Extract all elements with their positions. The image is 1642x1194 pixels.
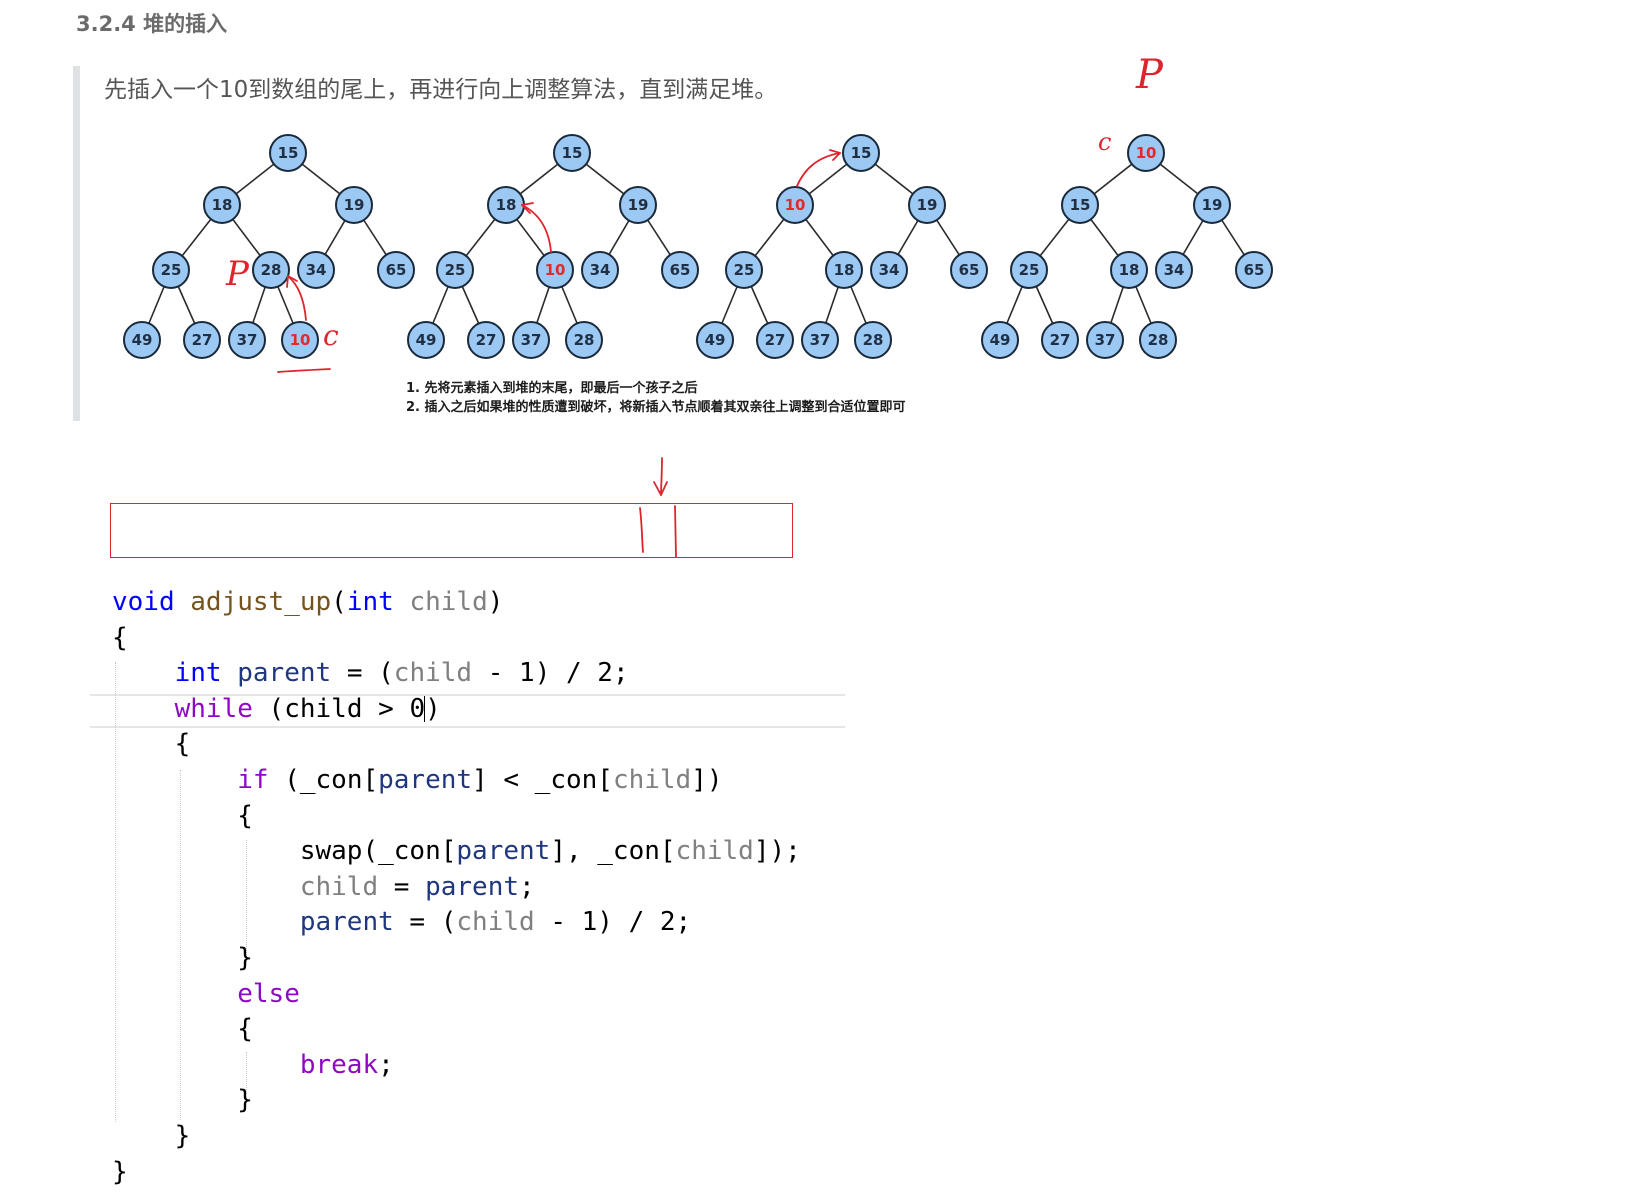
down-arrow-shaft <box>660 457 663 496</box>
code-line-14: break; <box>299 1049 394 1080</box>
red-annotation-marks <box>639 457 677 558</box>
code-line-7: { <box>237 800 253 831</box>
code-line-3: int parent = (child - 1) / 2; <box>174 658 629 689</box>
code-line-8: swap(_con[parent], _con[child]); <box>299 836 801 867</box>
cursor-mark-1 <box>639 507 644 553</box>
code-line-15: } <box>237 1085 253 1116</box>
code-line-6: if (_con[parent] < _con[child]) <box>237 764 723 795</box>
code-line-9: child = parent; <box>299 871 535 902</box>
code-line-11: } <box>237 942 253 973</box>
code-line-2: { <box>112 622 128 653</box>
code-line-12: else <box>237 978 300 1009</box>
code-line-5: { <box>174 729 191 760</box>
cursor-mark-2 <box>674 505 677 558</box>
code-line-16: } <box>174 1120 191 1151</box>
code-line-4: while (child > 0) <box>174 693 441 724</box>
code-line-17: } <box>112 1156 128 1187</box>
code-line-10: parent = (child - 1) / 2; <box>299 907 692 938</box>
code-line-1: void adjust_up(int child) <box>112 587 504 617</box>
code-block[interactable]: void adjust_up(int child) { int parent =… <box>112 585 801 1190</box>
code-line-13: { <box>237 1014 253 1045</box>
